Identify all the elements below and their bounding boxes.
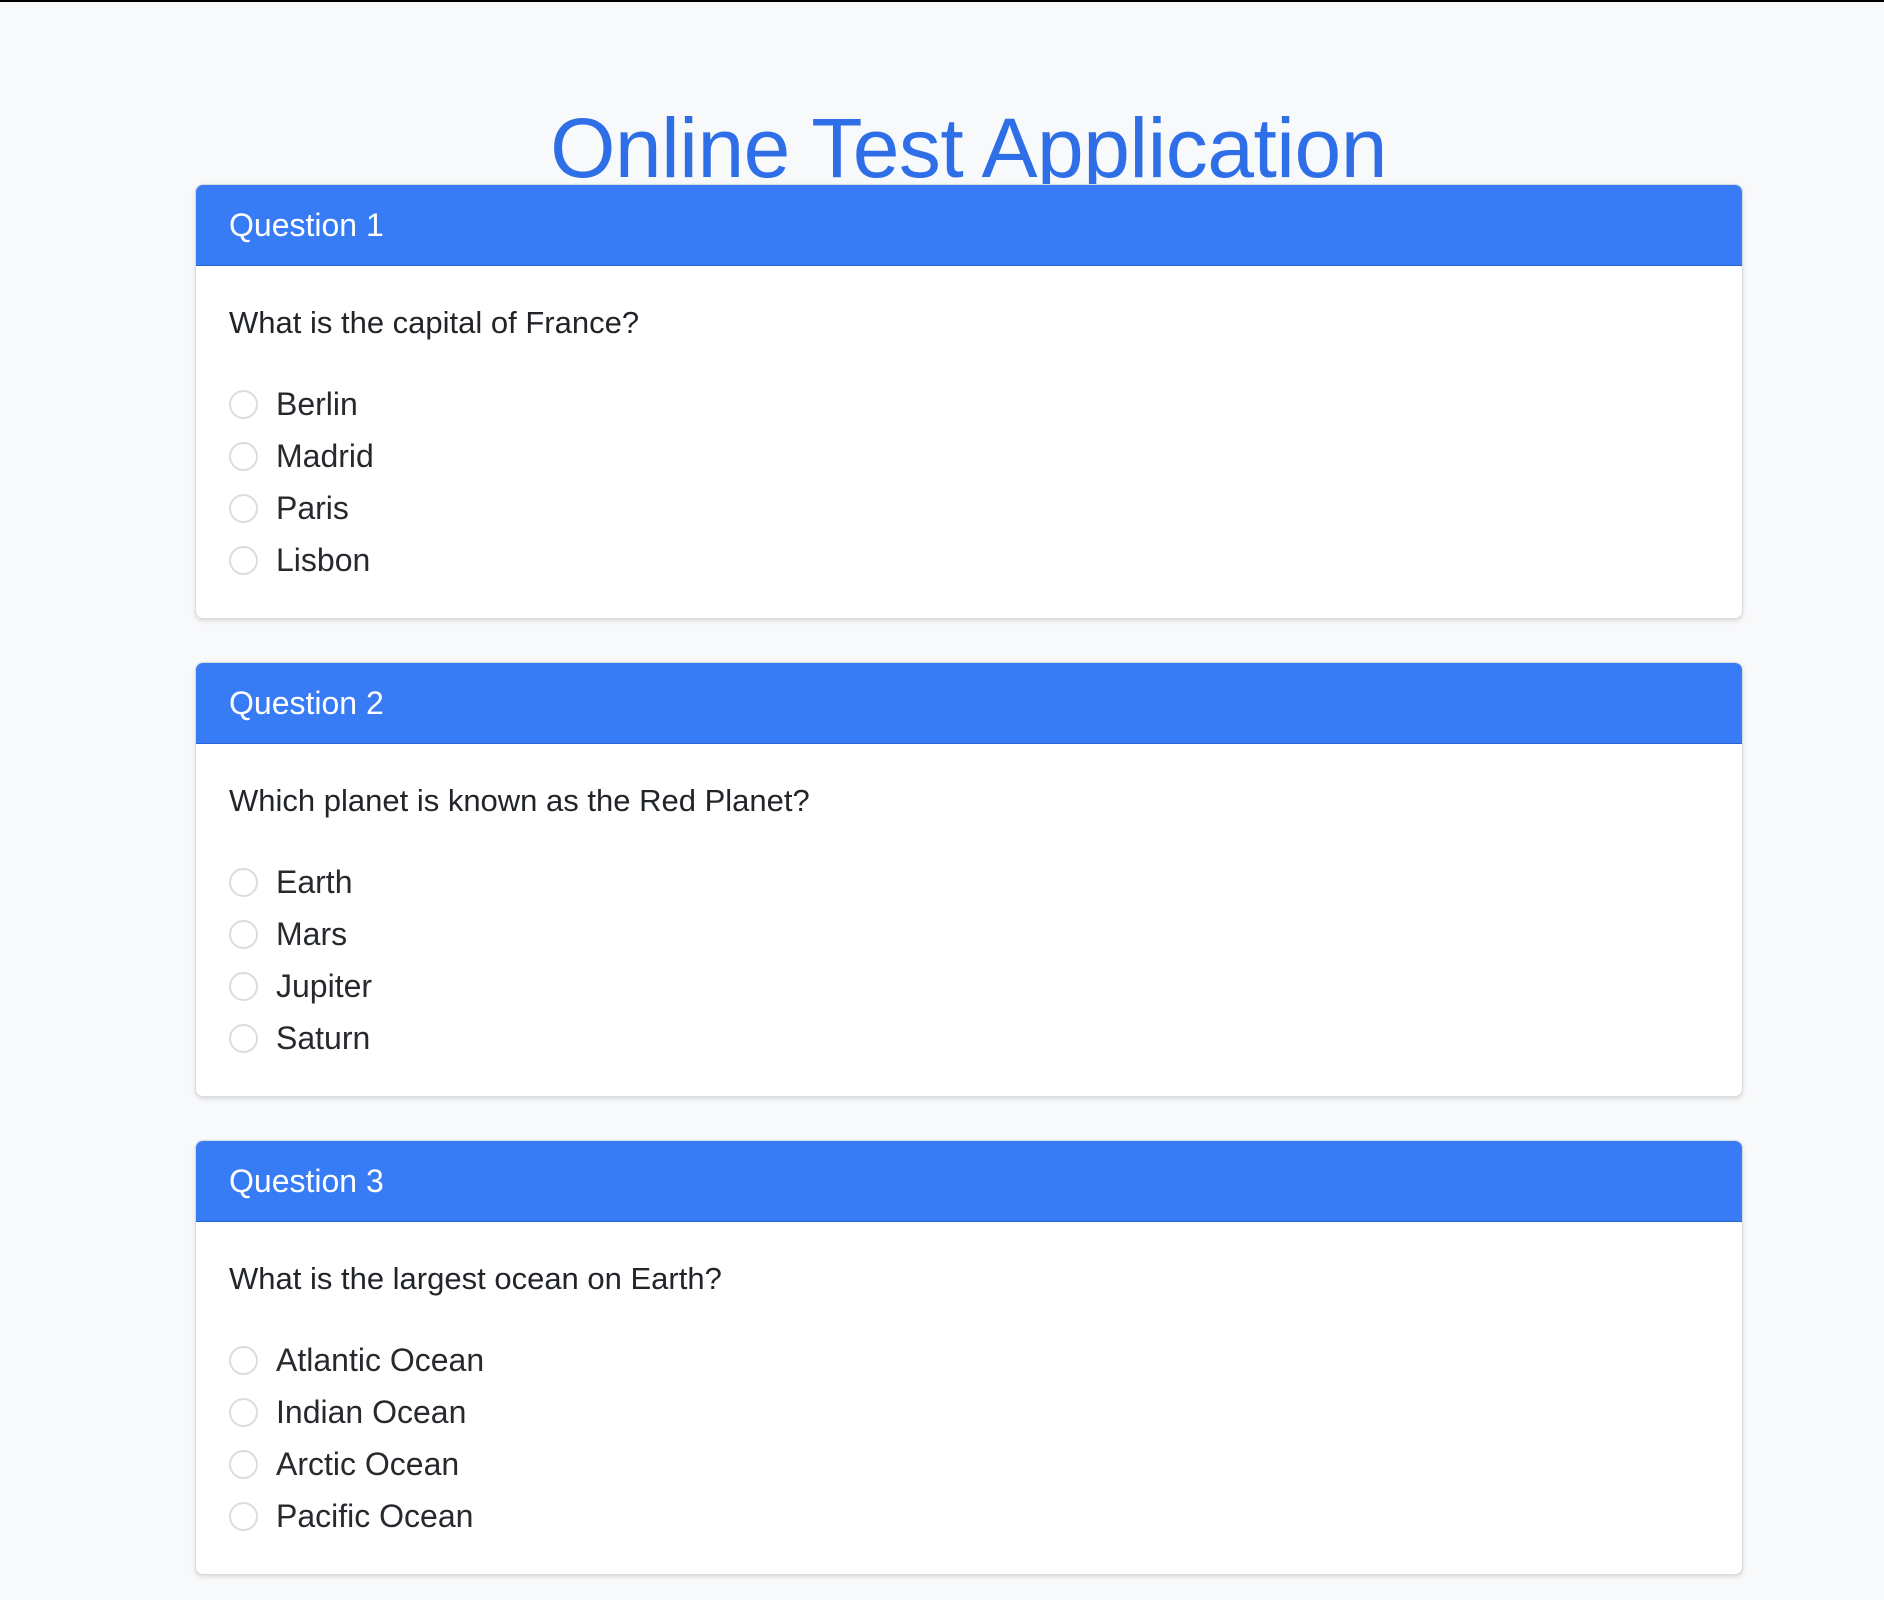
question-text: What is the largest ocean on Earth? [229,1261,722,1296]
radio-button[interactable] [229,1345,258,1375]
question-text: What is the capital of France? [229,305,640,340]
answer-label: Paris [276,490,349,526]
answer-option[interactable]: Lisbon [229,534,1709,586]
answer-label: Mars [276,916,348,952]
answer-option[interactable]: Mars [229,908,1709,960]
question-card-3: Question 3 What is the largest ocean on … [195,1140,1743,1575]
question-header: Question 1 [196,185,1742,266]
answer-label: Saturn [276,1020,371,1056]
answer-label: Indian Ocean [276,1394,467,1430]
question-header: Question 3 [196,1141,1742,1222]
page-title: Online Test Application [550,101,1387,196]
radio-button[interactable] [229,441,258,471]
answer-label: Lisbon [276,542,371,578]
radio-button[interactable] [229,867,258,897]
top-border [0,0,1884,2]
answer-option[interactable]: Madrid [229,430,1709,482]
answer-label: Earth [276,864,353,900]
answer-option[interactable]: Pacific Ocean [229,1490,1709,1542]
radio-button[interactable] [229,545,258,575]
answer-label: Madrid [276,438,374,474]
answer-option[interactable]: Earth [229,856,1709,908]
radio-button[interactable] [229,919,258,949]
question-card-2: Question 2 Which planet is known as the … [195,662,1743,1097]
answer-label: Pacific Ocean [276,1498,474,1534]
answer-options: Atlantic Ocean Indian Ocean Arctic Ocean… [229,1334,1709,1542]
answer-option[interactable]: Saturn [229,1012,1709,1064]
radio-button[interactable] [229,1449,258,1479]
answer-options: Earth Mars Jupiter Saturn [229,856,1709,1064]
answer-option[interactable]: Jupiter [229,960,1709,1012]
answer-option[interactable]: Arctic Ocean [229,1438,1709,1490]
radio-button[interactable] [229,971,258,1001]
answer-label: Arctic Ocean [276,1446,460,1482]
question-text: Which planet is known as the Red Planet? [229,783,810,818]
radio-button[interactable] [229,1501,258,1531]
radio-button[interactable] [229,1397,258,1427]
radio-button[interactable] [229,493,258,523]
question-body: What is the largest ocean on Earth? Atla… [196,1222,1742,1542]
answer-option[interactable]: Berlin [229,378,1709,430]
answer-label: Atlantic Ocean [276,1342,485,1378]
question-body: What is the capital of France? Berlin Ma… [196,266,1742,586]
answer-label: Jupiter [276,968,373,1004]
answer-option[interactable]: Indian Ocean [229,1386,1709,1438]
question-card-1: Question 1 What is the capital of France… [195,184,1743,619]
question-body: Which planet is known as the Red Planet?… [196,744,1742,1064]
answer-label: Berlin [276,386,358,422]
question-header: Question 2 [196,663,1742,744]
answer-options: Berlin Madrid Paris Lisbon [229,378,1709,586]
answer-option[interactable]: Paris [229,482,1709,534]
answer-option[interactable]: Atlantic Ocean [229,1334,1709,1386]
radio-button[interactable] [229,389,258,419]
radio-button[interactable] [229,1023,258,1053]
